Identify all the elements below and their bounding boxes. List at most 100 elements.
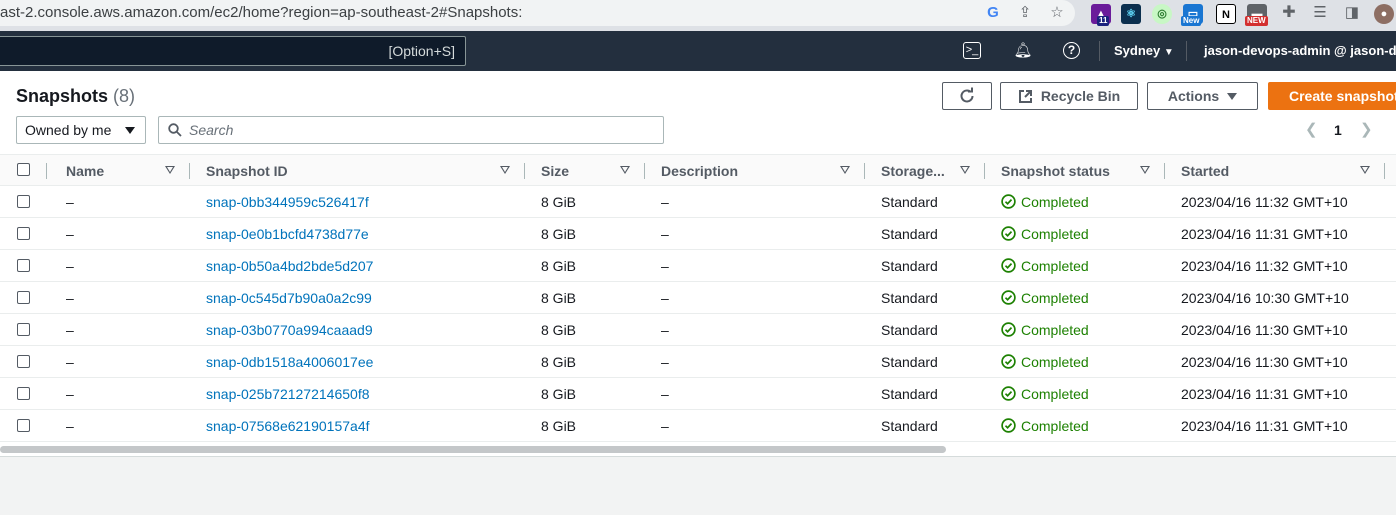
column-divider[interactable]	[644, 163, 645, 179]
side-panel-icon[interactable]: ◨	[1343, 4, 1361, 22]
table-row[interactable]: – snap-0c545d7b90a0a2c99 8 GiB – Standar…	[0, 282, 1396, 314]
column-header-size[interactable]: Size	[541, 163, 569, 179]
extension-new-badge: New	[1181, 16, 1202, 26]
address-bar[interactable]: ast-2.console.aws.amazon.com/ec2/home?re…	[0, 0, 1075, 26]
row-checkbox[interactable]	[17, 387, 30, 400]
cell-storage: Standard	[881, 290, 938, 306]
table-row[interactable]: – snap-03b0770a994caaad9 8 GiB – Standar…	[0, 314, 1396, 346]
search-input[interactable]	[189, 121, 649, 139]
table-row[interactable]: – snap-025b72127214650f8 8 GiB – Standar…	[0, 378, 1396, 410]
cell-started: 2023/04/16 11:30 GMT+10	[1181, 322, 1348, 338]
column-header-description[interactable]: Description	[661, 163, 738, 179]
aws-search-box[interactable]: [Option+S]	[0, 36, 466, 66]
chevron-down-icon: ▼	[1163, 47, 1174, 58]
actions-button[interactable]: Actions	[1147, 82, 1258, 110]
row-checkbox[interactable]	[17, 291, 30, 304]
column-divider[interactable]	[984, 163, 985, 179]
check-circle-icon	[1001, 322, 1016, 337]
react-devtools-icon[interactable]: ⚛	[1121, 4, 1141, 24]
region-selector[interactable]: Sydney ▼	[1114, 43, 1174, 58]
owner-filter-value: Owned by me	[25, 122, 112, 138]
horizontal-scrollbar[interactable]	[0, 446, 946, 453]
nav-divider	[1186, 41, 1187, 61]
caret-down-icon	[125, 127, 135, 134]
snapshot-id-link[interactable]: snap-0bb344959c526417f	[206, 194, 369, 210]
row-checkbox[interactable]	[17, 195, 30, 208]
account-menu[interactable]: jason-devops-admin @ jason-devop	[1204, 43, 1396, 58]
cell-started: 2023/04/16 11:32 GMT+10	[1181, 194, 1348, 210]
sort-icon[interactable]	[1360, 166, 1370, 174]
bell-icon[interactable]: 🔔︎	[1013, 41, 1033, 61]
column-header-started[interactable]: Started	[1181, 163, 1229, 179]
row-checkbox[interactable]	[17, 227, 30, 240]
profile-avatar[interactable]: ●	[1374, 4, 1394, 24]
cell-started: 2023/04/16 11:30 GMT+10	[1181, 354, 1348, 370]
sort-icon[interactable]	[840, 166, 850, 174]
create-snapshot-button[interactable]: Create snapshot	[1268, 82, 1396, 110]
sort-icon[interactable]	[960, 166, 970, 174]
column-header-snapshot-status[interactable]: Snapshot status	[1001, 163, 1110, 179]
cell-size: 8 GiB	[541, 354, 577, 370]
previous-page-icon[interactable]: ❮	[1305, 120, 1318, 138]
cell-started: 2023/04/16 11:32 GMT+10	[1181, 258, 1348, 274]
cell-name: –	[66, 418, 74, 434]
column-header-snapshot-id[interactable]: Snapshot ID	[206, 163, 288, 179]
row-checkbox[interactable]	[17, 323, 30, 336]
table-row[interactable]: – snap-07568e62190157a4f 8 GiB – Standar…	[0, 410, 1396, 442]
cell-size: 8 GiB	[541, 194, 577, 210]
google-lens-icon[interactable]: G	[984, 4, 1002, 22]
refresh-button[interactable]	[942, 82, 992, 110]
cloudshell-icon[interactable]: >_	[963, 42, 981, 59]
table-row[interactable]: – snap-0b50a4bd2bde5d207 8 GiB – Standar…	[0, 250, 1396, 282]
extension-circle-icon[interactable]: ◎	[1152, 4, 1172, 24]
owner-filter-select[interactable]: Owned by me	[16, 116, 146, 144]
select-all-checkbox[interactable]	[17, 163, 30, 176]
column-header-storage[interactable]: Storage...	[881, 163, 945, 179]
table-row[interactable]: – snap-0e0b1bcfd4738d77e 8 GiB – Standar…	[0, 218, 1396, 250]
snapshot-id-link[interactable]: snap-025b72127214650f8	[206, 386, 370, 402]
cell-status: Completed	[1021, 418, 1089, 434]
column-divider[interactable]	[1384, 163, 1385, 179]
cell-storage: Standard	[881, 418, 938, 434]
row-checkbox[interactable]	[17, 259, 30, 272]
cell-description: –	[661, 322, 669, 338]
column-divider[interactable]	[864, 163, 865, 179]
column-divider[interactable]	[1164, 163, 1165, 179]
recycle-bin-button[interactable]: Recycle Bin	[1000, 82, 1138, 110]
snapshot-id-link[interactable]: snap-0e0b1bcfd4738d77e	[206, 226, 369, 242]
recycle-bin-label: Recycle Bin	[1040, 88, 1121, 104]
cell-size: 8 GiB	[541, 322, 577, 338]
next-page-icon[interactable]: ❯	[1360, 120, 1373, 138]
snapshot-id-link[interactable]: snap-03b0770a994caaad9	[206, 322, 373, 338]
sort-icon[interactable]	[165, 166, 175, 174]
column-header-name[interactable]: Name	[66, 163, 104, 179]
snapshot-id-link[interactable]: snap-0db1518a4006017ee	[206, 354, 373, 370]
notion-icon[interactable]: N	[1216, 4, 1236, 24]
column-divider[interactable]	[189, 163, 190, 179]
row-checkbox[interactable]	[17, 419, 30, 432]
snapshot-id-link[interactable]: snap-07568e62190157a4f	[206, 418, 370, 434]
sort-icon[interactable]	[1140, 166, 1150, 174]
bookmark-star-icon[interactable]: ☆	[1048, 4, 1066, 22]
help-icon[interactable]: ?	[1063, 42, 1080, 59]
snapshot-id-link[interactable]: snap-0c545d7b90a0a2c99	[206, 290, 372, 306]
url-text[interactable]: ast-2.console.aws.amazon.com/ec2/home?re…	[0, 4, 522, 21]
sort-icon[interactable]	[620, 166, 630, 174]
share-icon[interactable]: ⇪	[1016, 4, 1034, 22]
snapshot-id-link[interactable]: snap-0b50a4bd2bde5d207	[206, 258, 373, 274]
extensions-puzzle-icon[interactable]: ✚	[1280, 4, 1298, 22]
table-row[interactable]: – snap-0bb344959c526417f 8 GiB – Standar…	[0, 186, 1396, 218]
cell-description: –	[661, 418, 669, 434]
table-row[interactable]: – snap-0db1518a4006017ee 8 GiB – Standar…	[0, 346, 1396, 378]
column-divider[interactable]	[524, 163, 525, 179]
region-label: Sydney	[1114, 43, 1161, 58]
row-checkbox[interactable]	[17, 355, 30, 368]
check-circle-icon	[1001, 226, 1016, 241]
reading-list-icon[interactable]: ☰	[1311, 4, 1329, 22]
sort-icon[interactable]	[500, 166, 510, 174]
current-page-number[interactable]: 1	[1334, 122, 1342, 138]
search-field[interactable]	[158, 116, 664, 144]
aws-top-nav: [Option+S] >_ 🔔︎ ? Sydney ▼ jason-devops…	[0, 31, 1396, 71]
cell-started: 2023/04/16 11:31 GMT+10	[1181, 386, 1348, 402]
cell-started: 2023/04/16 10:30 GMT+10	[1181, 290, 1349, 306]
